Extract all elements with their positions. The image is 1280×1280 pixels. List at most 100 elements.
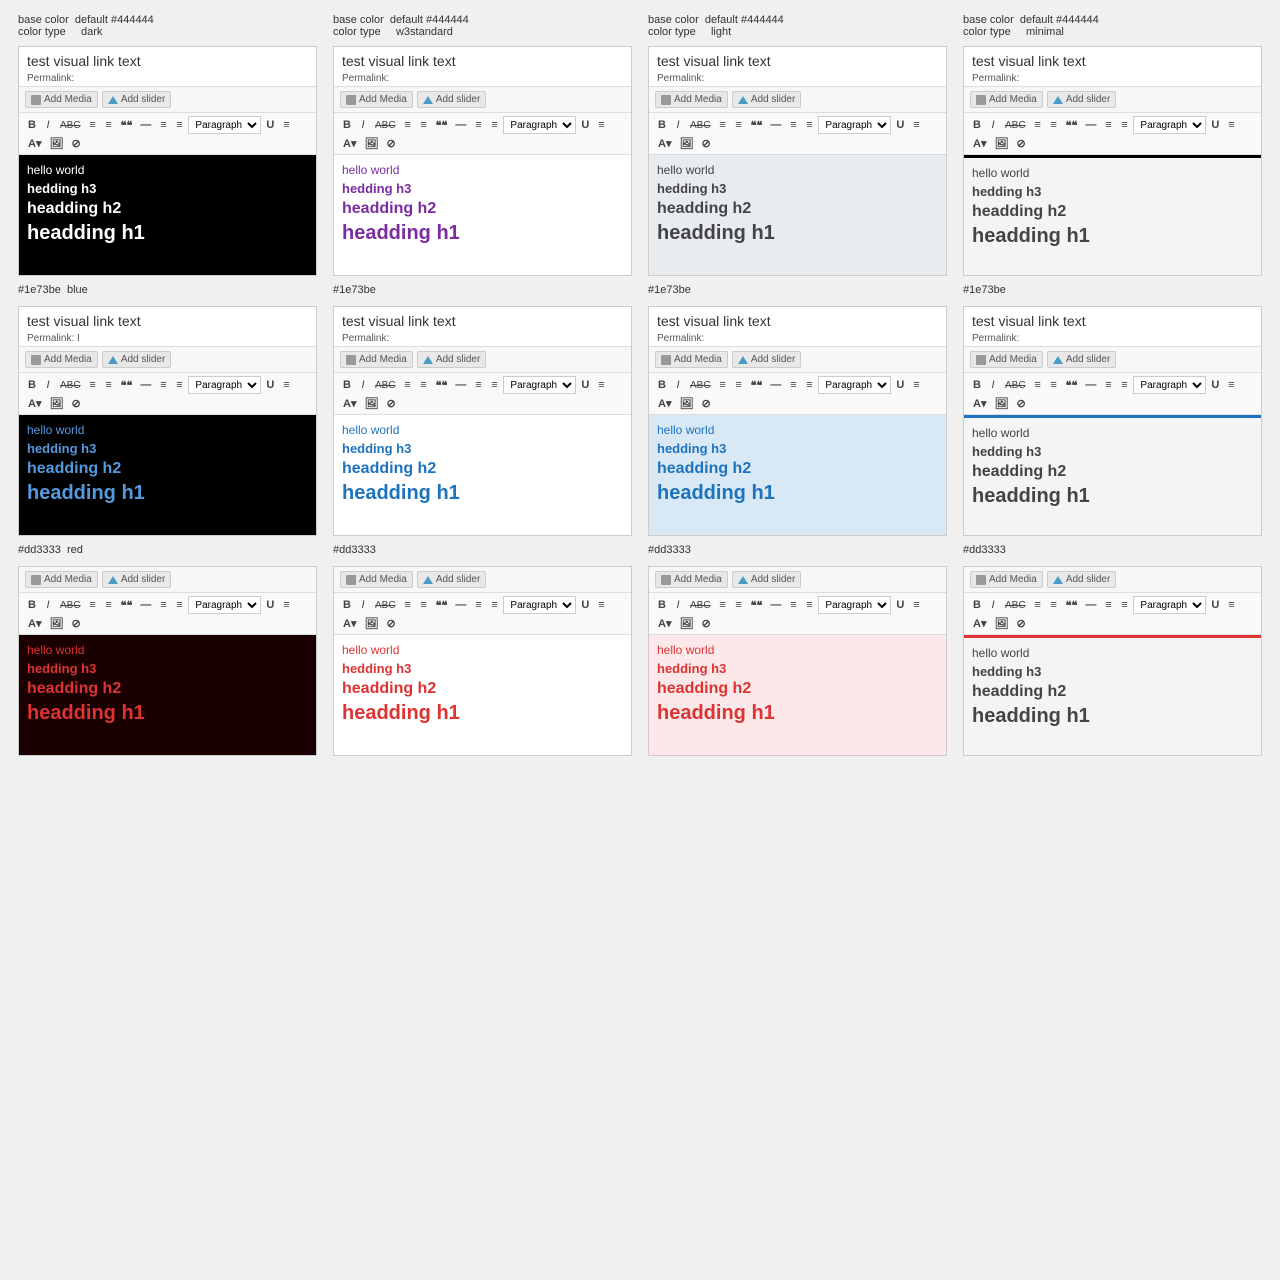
add-media-button-dr[interactable]: Add Media [25,571,98,588]
link-btn-w3[interactable]: ⊘ [383,136,398,151]
add-slider-button-lr[interactable]: Add slider [732,571,801,588]
italic-btn-w3[interactable]: I [356,118,370,132]
italic-btn-db[interactable]: I [41,378,55,392]
paragraph-select[interactable]: Paragraph [188,116,261,134]
hr-btn[interactable]: — [137,118,154,132]
quote-btn[interactable]: ❝❝ [118,118,136,133]
paragraph-select-lb[interactable]: Paragraph [818,376,891,394]
ol-btn-w3[interactable]: ≡ [417,118,431,132]
add-media-button-lr[interactable]: Add Media [655,571,728,588]
paragraph-select-db[interactable]: Paragraph [188,376,261,394]
add-slider-button-wr[interactable]: Add slider [417,571,486,588]
paragraph-select-light[interactable]: Paragraph [818,116,891,134]
paragraph-select-wb[interactable]: Paragraph [503,376,576,394]
ol-btn-minimal[interactable]: ≡ [1047,118,1061,132]
add-slider-button-db[interactable]: Add slider [102,351,171,368]
justify-btn-w3[interactable]: ≡ [594,118,608,132]
add-slider-button-w3[interactable]: Add slider [417,91,486,108]
add-slider-button-mb[interactable]: Add slider [1047,351,1116,368]
add-media-button-wb[interactable]: Add Media [340,351,413,368]
strike-btn-w3[interactable]: ABC [372,119,399,132]
link-btn-light[interactable]: ⊘ [698,136,713,151]
add-slider-button-lb[interactable]: Add slider [732,351,801,368]
bold-btn-w3[interactable]: B [340,118,354,132]
align-btn-light[interactable]: ≡ [786,118,800,132]
paragraph-select-mr[interactable]: Paragraph [1133,596,1206,614]
quote-btn-minimal[interactable]: ❝❝ [1063,118,1081,133]
italic-btn[interactable]: I [41,118,55,132]
align2-btn-w3[interactable]: ≡ [487,118,501,132]
paragraph-select-mb[interactable]: Paragraph [1133,376,1206,394]
bold-btn-light[interactable]: B [655,118,669,132]
link-btn-minimal[interactable]: ⊘ [1013,136,1028,151]
add-media-button-lb[interactable]: Add Media [655,351,728,368]
align-btn-minimal[interactable]: ≡ [1101,118,1115,132]
editor-title-wb: test visual link text [334,307,631,331]
hr-btn-w3[interactable]: — [452,118,469,132]
add-slider-button-minimal[interactable]: Add slider [1047,91,1116,108]
underline-btn[interactable]: U [263,118,277,132]
bold-btn-db[interactable]: B [25,378,39,392]
media-icon-wb [346,355,356,365]
color-btn-w3[interactable]: A▾ [340,136,359,151]
hr-btn-light[interactable]: — [767,118,784,132]
italic-btn-light[interactable]: I [671,118,685,132]
ul-btn-light[interactable]: ≡ [716,118,730,132]
italic-btn-minimal[interactable]: I [986,118,1000,132]
underline-btn-w3[interactable]: U [578,118,592,132]
link-btn[interactable]: ⊘ [68,136,83,151]
strike-btn-light[interactable]: ABC [687,119,714,132]
cell-minimal-blue: test visual link text Permalink: Add Med… [955,300,1270,542]
add-media-button-wr[interactable]: Add Media [340,571,413,588]
color-btn[interactable]: A▾ [25,136,44,151]
justify-btn[interactable]: ≡ [279,118,293,132]
color-btn-minimal[interactable]: A▾ [970,136,989,151]
align2-btn[interactable]: ≡ [172,118,186,132]
add-slider-button-wb[interactable]: Add slider [417,351,486,368]
add-media-button-mb[interactable]: Add Media [970,351,1043,368]
underline-btn-light[interactable]: U [893,118,907,132]
add-media-button-w3[interactable]: Add Media [340,91,413,108]
ul-btn-w3[interactable]: ≡ [401,118,415,132]
ul-btn[interactable]: ≡ [86,118,100,132]
align2-btn-light[interactable]: ≡ [802,118,816,132]
add-slider-button-dr[interactable]: Add slider [102,571,171,588]
strike-btn-minimal[interactable]: ABC [1002,119,1029,132]
underline-btn-minimal[interactable]: U [1208,118,1222,132]
strike-btn-db[interactable]: ABC [57,379,84,392]
editor-permalink-db: Permalink: I [19,331,316,347]
align2-btn-minimal[interactable]: ≡ [1117,118,1131,132]
add-media-button[interactable]: Add Media [25,91,98,108]
ul-btn-minimal[interactable]: ≡ [1031,118,1045,132]
paragraph-select-w3[interactable]: Paragraph [503,116,576,134]
add-media-button-light[interactable]: Add Media [655,91,728,108]
color-btn-light[interactable]: A▾ [655,136,674,151]
strike-btn[interactable]: ABC [57,119,84,132]
hr-btn-minimal[interactable]: — [1082,118,1099,132]
paragraph-select-minimal[interactable]: Paragraph [1133,116,1206,134]
paragraph-select-lr[interactable]: Paragraph [818,596,891,614]
add-slider-button-light[interactable]: Add slider [732,91,801,108]
justify-btn-minimal[interactable]: ≡ [1224,118,1238,132]
align-btn-w3[interactable]: ≡ [471,118,485,132]
bold-btn-minimal[interactable]: B [970,118,984,132]
bold-btn[interactable]: B [25,118,39,132]
quote-btn-light[interactable]: ❝❝ [748,118,766,133]
img-btn-light[interactable]: 🖼 [676,136,696,151]
add-slider-button[interactable]: Add slider [102,91,171,108]
justify-btn-light[interactable]: ≡ [909,118,923,132]
add-media-button-mr[interactable]: Add Media [970,571,1043,588]
ol-btn[interactable]: ≡ [102,118,116,132]
paragraph-select-wr[interactable]: Paragraph [503,596,576,614]
paragraph-select-dr[interactable]: Paragraph [188,596,261,614]
img-btn-minimal[interactable]: 🖼 [991,136,1011,151]
ol-btn-light[interactable]: ≡ [732,118,746,132]
img-btn-w3[interactable]: 🖼 [361,136,381,151]
align-btn[interactable]: ≡ [156,118,170,132]
add-media-button-db[interactable]: Add Media [25,351,98,368]
img-btn[interactable]: 🖼 [46,136,66,151]
quote-btn-w3[interactable]: ❝❝ [433,118,451,133]
add-media-button-minimal[interactable]: Add Media [970,91,1043,108]
add-slider-button-mr[interactable]: Add slider [1047,571,1116,588]
dark-label: dark [81,26,102,38]
